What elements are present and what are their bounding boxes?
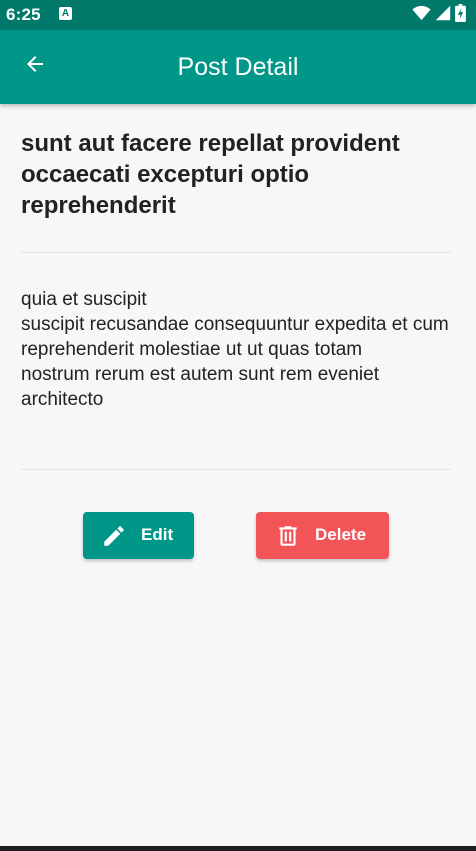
divider (21, 469, 451, 470)
app-bar: Post Detail (0, 30, 476, 104)
post-title: sunt aut facere repellat provident occae… (21, 130, 400, 219)
status-icons (412, 3, 466, 27)
status-time: 6:25 (6, 5, 41, 24)
a-notification-icon: A (59, 7, 72, 20)
post-body: quia et suscipit suscipit recusandae con… (21, 289, 449, 410)
page-title: Post Detail (177, 53, 299, 81)
delete-button-label: Delete (315, 525, 367, 544)
pencil-icon (101, 523, 127, 549)
wifi-icon (412, 5, 431, 26)
signal-icon (435, 5, 451, 26)
divider (21, 252, 451, 253)
edit-button[interactable]: Edit (83, 512, 194, 559)
delete-button[interactable]: Delete (256, 512, 389, 559)
edit-button-label: Edit (141, 525, 174, 544)
trash-icon (275, 523, 301, 549)
battery-charging-icon (455, 3, 466, 27)
navigation-bar (0, 846, 476, 851)
status-bar: 6:25 A (0, 0, 476, 30)
